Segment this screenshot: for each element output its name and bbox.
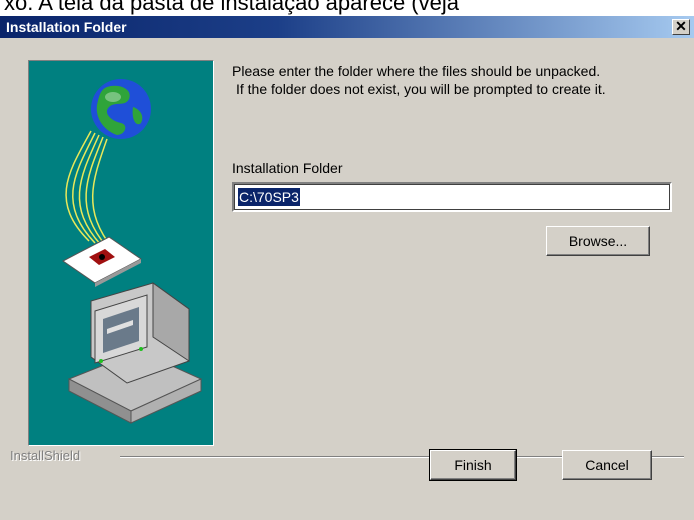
wizard-illustration: [28, 60, 214, 446]
close-icon: ✕: [675, 18, 687, 34]
cancel-button[interactable]: Cancel: [562, 450, 652, 480]
window-title: Installation Folder: [6, 19, 127, 35]
computer-icon: [67, 282, 203, 424]
close-button[interactable]: ✕: [672, 19, 690, 35]
instructions-text: Please enter the folder where the files …: [232, 62, 682, 98]
network-cables: [65, 130, 114, 250]
folder-input[interactable]: C:\70SP3: [232, 182, 672, 212]
installation-folder-dialog: Installation Folder ✕ Please enter the f…: [0, 16, 694, 520]
globe-icon: [91, 79, 151, 139]
installshield-brand: InstallShield: [10, 448, 81, 463]
package-icon: [62, 236, 142, 287]
instructions-line-1: Please enter the folder where the files …: [232, 63, 601, 79]
browse-button[interactable]: Browse...: [546, 226, 650, 256]
instructions-line-2: If the folder does not exist, you will b…: [236, 81, 606, 97]
finish-button[interactable]: Finish: [429, 449, 517, 481]
folder-label: Installation Folder: [232, 160, 343, 176]
folder-input-value[interactable]: C:\70SP3: [238, 188, 300, 206]
title-bar[interactable]: Installation Folder ✕: [0, 16, 694, 38]
background-page-text: xo. A tela da pasta de instalação aparec…: [4, 0, 459, 15]
